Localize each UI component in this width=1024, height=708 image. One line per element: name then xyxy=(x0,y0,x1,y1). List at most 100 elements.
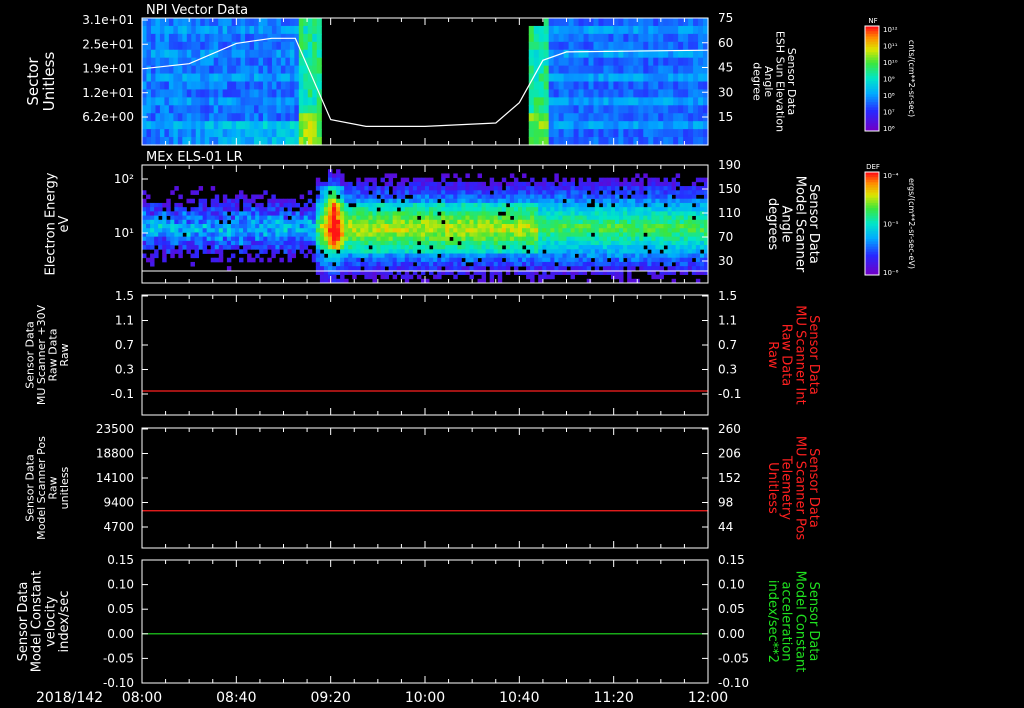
heatmap-cell xyxy=(388,245,394,250)
y2-tick-label: 0.00 xyxy=(718,627,745,641)
heatmap-cell xyxy=(150,228,155,233)
heatmap-cell xyxy=(437,236,442,242)
heatmap-cell xyxy=(276,81,282,91)
heatmap-cell xyxy=(489,207,495,212)
heatmap-cell xyxy=(360,232,365,238)
heatmap-cell xyxy=(582,215,588,221)
heatmap-cell xyxy=(698,129,704,138)
heatmap-cell xyxy=(303,97,309,106)
heatmap-cell xyxy=(200,137,206,146)
heatmap-cell xyxy=(408,274,414,280)
heatmap-cell xyxy=(602,253,608,259)
heatmap-cell xyxy=(177,33,183,43)
heatmap-cell xyxy=(658,57,664,67)
heatmap-cell xyxy=(251,224,256,229)
heatmap-cell xyxy=(647,190,652,195)
heatmap-cell xyxy=(469,219,474,225)
heatmap-cell xyxy=(283,240,288,246)
heatmap-cell xyxy=(412,202,418,208)
heatmap-cell xyxy=(412,181,418,187)
heatmap-cell xyxy=(568,41,575,51)
heatmap-cell xyxy=(168,73,174,83)
heatmap-cell xyxy=(388,177,394,183)
heatmap-cell xyxy=(396,198,402,204)
heatmap-cell xyxy=(598,257,604,263)
heatmap-cell xyxy=(150,33,157,43)
heatmap-cell xyxy=(619,207,624,212)
heatmap-cell xyxy=(376,202,381,208)
heatmap-cell xyxy=(182,81,188,91)
heatmap-cell xyxy=(522,236,527,242)
heatmap-cell xyxy=(655,177,660,183)
heatmap-cell xyxy=(679,266,685,271)
heatmap-cell xyxy=(655,211,660,216)
heatmap-cell xyxy=(198,232,204,238)
heatmap-cell xyxy=(262,25,269,35)
heatmap-cell xyxy=(583,49,590,59)
heatmap-cell xyxy=(528,129,535,138)
heatmap-cell xyxy=(190,211,195,216)
heatmap-cell xyxy=(170,240,175,246)
heatmap-cell xyxy=(285,105,291,114)
heatmap-cell xyxy=(457,198,462,204)
heatmap-cell xyxy=(477,181,482,187)
heatmap-cell xyxy=(429,198,434,204)
heatmap-cell xyxy=(315,253,321,259)
heatmap-cell xyxy=(323,236,329,242)
heatmap-cell xyxy=(465,257,470,263)
heatmap-cell xyxy=(683,224,689,229)
heatmap-cell xyxy=(388,232,394,238)
heatmap-cell xyxy=(279,228,284,233)
heatmap-cell xyxy=(582,211,588,216)
heatmap-cell xyxy=(226,266,232,271)
heatmap-cell xyxy=(628,129,634,138)
heatmap-cell xyxy=(623,240,628,246)
heatmap-cell xyxy=(606,198,612,204)
heatmap-cell xyxy=(267,236,272,242)
heatmap-cell xyxy=(655,253,660,259)
heatmap-cell xyxy=(648,25,654,35)
x-tick-label: 08:00 xyxy=(122,690,162,706)
heatmap-cell xyxy=(303,129,309,138)
heatmap-cell xyxy=(449,240,454,246)
heatmap-cell xyxy=(477,240,482,246)
heatmap-cell xyxy=(635,249,640,254)
heatmap-cell xyxy=(227,113,233,122)
heatmap-cell xyxy=(543,65,550,75)
heatmap-cell xyxy=(542,211,547,216)
heatmap-cell xyxy=(610,261,616,267)
heatmap-cell xyxy=(162,253,167,259)
heatmap-cell xyxy=(332,236,337,242)
heatmap-cell xyxy=(550,198,555,204)
heatmap-cell xyxy=(598,215,604,221)
heatmap-cell xyxy=(239,228,244,233)
heatmap-cell xyxy=(372,215,377,221)
heatmap-cell xyxy=(336,211,341,216)
heatmap-cell xyxy=(291,228,297,233)
heatmap-cell xyxy=(643,249,648,254)
heatmap-cell xyxy=(453,181,458,187)
heatmap-cell xyxy=(497,202,503,208)
heatmap-cell xyxy=(610,249,616,254)
heatmap-cell xyxy=(594,194,600,200)
heatmap-cell xyxy=(441,240,446,246)
heatmap-cell xyxy=(267,25,273,35)
heatmap-cell xyxy=(647,207,652,212)
heatmap-cell xyxy=(667,253,673,259)
heatmap-cell xyxy=(457,228,462,233)
heatmap-cell xyxy=(573,65,580,75)
heatmap-cell xyxy=(663,257,668,263)
heatmap-cell xyxy=(194,232,199,238)
heatmap-cell xyxy=(608,121,615,130)
heatmap-cell xyxy=(578,81,585,91)
heatmap-cell xyxy=(481,211,487,216)
heatmap-cell xyxy=(558,89,565,98)
heatmap-cell xyxy=(574,219,580,225)
heatmap-cell xyxy=(376,198,381,204)
heatmap-cell xyxy=(287,198,292,204)
y-tick-label: 1.2e+01 xyxy=(82,86,134,100)
heatmap-cell xyxy=(441,173,446,179)
heatmap-cell xyxy=(344,232,349,238)
heatmap-cell xyxy=(623,211,628,216)
heatmap-cell xyxy=(142,97,148,106)
